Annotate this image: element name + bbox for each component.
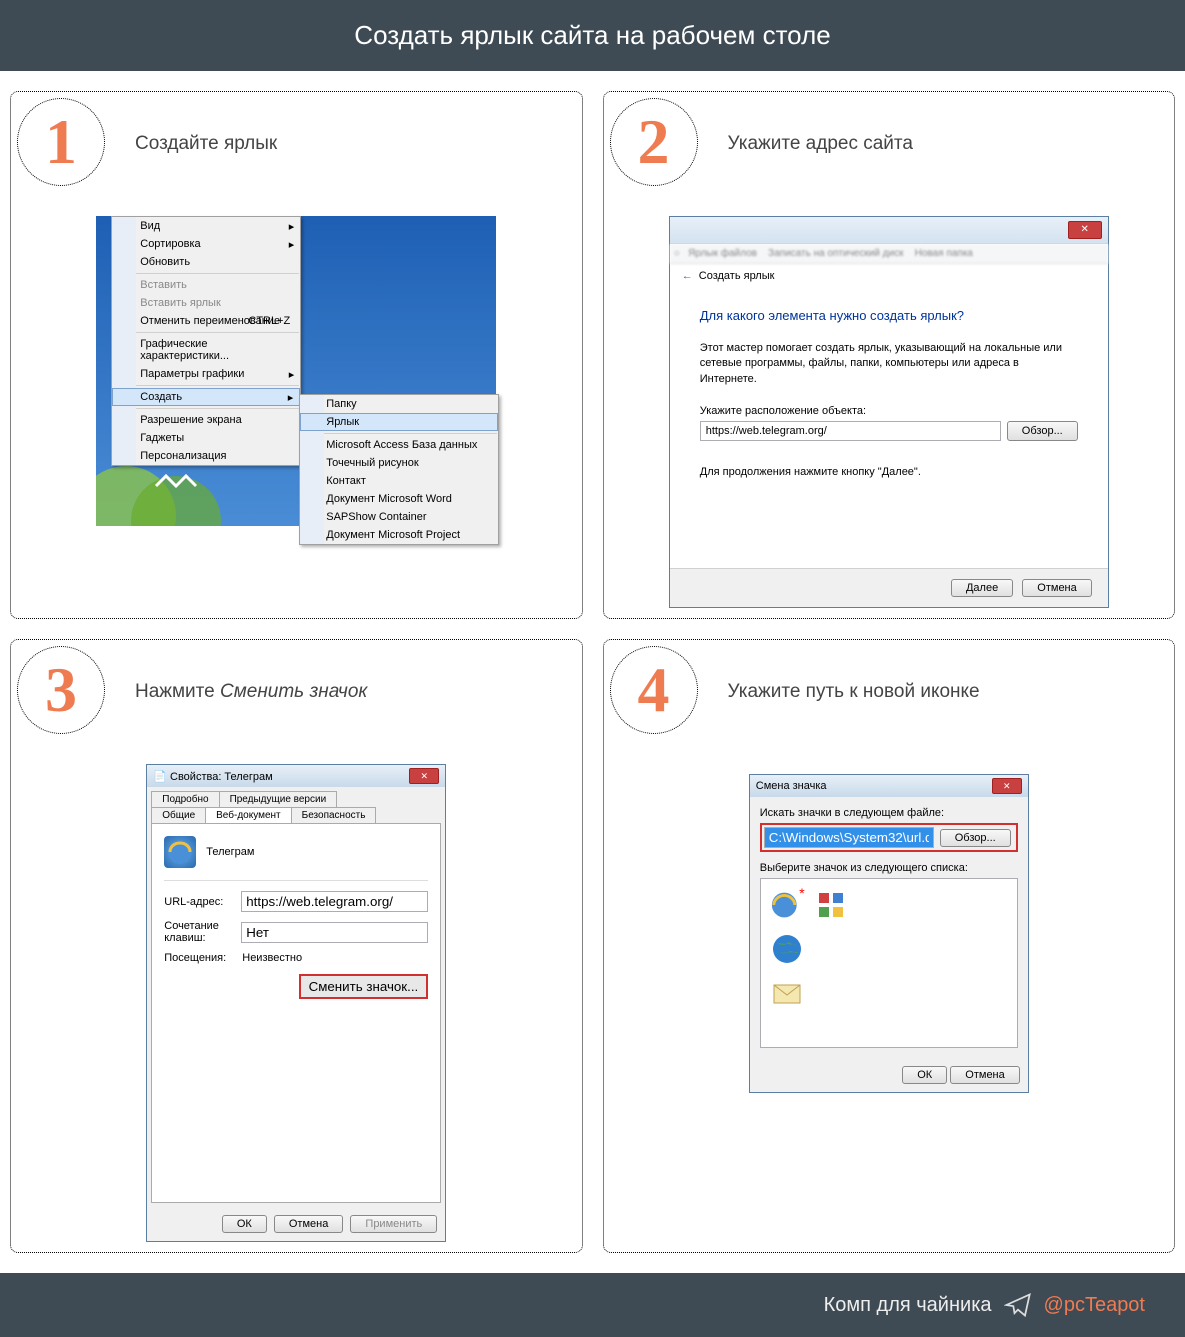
change-icon-dialog: Смена значка ✕ Искать значки в следующем … [749,774,1029,1093]
menu-refresh[interactable]: Обновить [112,253,300,271]
globe-icon[interactable] [769,931,805,967]
search-label: Искать значки в следующем файле: [760,807,1018,819]
next-button[interactable]: Далее [951,579,1013,597]
browse-button[interactable]: Обзор... [940,829,1011,847]
step-2: 2 Укажите адрес сайта ✕ ○ Ярлык файлов З… [603,91,1176,619]
step-number: 3 [45,653,77,727]
properties-dialog: 📄 Свойства: Телеграм ✕ Подробно Предыдущи… [146,764,446,1242]
menu-gadgets[interactable]: Гаджеты [112,429,300,447]
page-footer: Комп для чайника @pcTeapot [0,1273,1185,1337]
step-title: Создайте ярлык [135,133,277,155]
browse-button[interactable]: Обзор... [1007,421,1078,441]
dialog-title: 📄 Свойства: Телеграм [153,770,272,783]
icon-path-input[interactable] [764,827,934,848]
close-button[interactable]: ✕ [1068,221,1102,239]
location-label: Укажите расположение объекта: [700,405,1078,417]
submenu-word[interactable]: Документ Microsoft Word [300,490,498,508]
shortcut-name: Телеграм [206,846,254,858]
visits-value: Неизвестно [242,952,302,964]
list-label: Выберите значок из следующего списка: [760,862,1018,874]
config-icon[interactable] [813,887,849,923]
step-number: 4 [638,653,670,727]
wizard-text: Этот мастер помогает создать ярлык, указ… [700,341,1078,387]
submenu-project[interactable]: Документ Microsoft Project [300,526,498,544]
menu-personalize[interactable]: Персонализация [112,447,300,465]
dialog-title: Смена значка [756,780,827,792]
visits-label: Посещения: [164,952,242,964]
menu-gfx[interactable]: Графические характеристики... [112,335,300,365]
telegram-icon [1004,1291,1032,1319]
wizard-heading: Для какого элемента нужно создать ярлык? [700,308,1078,323]
cancel-button[interactable]: Отмена [274,1215,343,1233]
submenu-shortcut[interactable]: Ярлык [300,413,498,431]
apply-button: Применить [350,1215,437,1233]
step-1: 1 Создайте ярлык Вид Сортировка Обновить… [10,91,583,619]
url-label: URL-адрес: [164,896,241,908]
submenu-access[interactable]: Microsoft Access База данных [300,436,498,454]
cancel-button[interactable]: Отмена [1022,579,1091,597]
internet-icon [164,836,196,868]
wizard-breadcrumb: Создать ярлык [699,270,775,282]
submenu-folder[interactable]: Папку [300,395,498,413]
submenu-sap[interactable]: SAPShow Container [300,508,498,526]
menu-gfx-params[interactable]: Параметры графики [112,365,300,383]
close-button[interactable]: ✕ [409,768,439,784]
menu-undo-rename[interactable]: Отменить переименованиеCTRL+Z [112,312,300,330]
mail-icon[interactable] [769,975,805,1011]
menu-create[interactable]: Создать [112,388,300,406]
tab-detailed[interactable]: Подробно [151,791,219,807]
ok-button[interactable]: ОК [902,1066,947,1084]
step-title: Нажмите Сменить значок [135,681,367,703]
ok-button[interactable]: ОК [222,1215,267,1233]
tab-security[interactable]: Безопасность [291,807,377,823]
tab-web-document[interactable]: Веб-документ [205,807,292,823]
change-icon-button[interactable]: Сменить значок... [299,974,429,999]
step-title: Укажите путь к новой иконке [728,681,980,703]
url-field[interactable] [241,891,428,912]
wizard-hint: Для продолжения нажмите кнопку "Далее". [700,465,1078,480]
context-menu: Вид Сортировка Обновить Вставить Вставит… [111,216,301,466]
step-number: 2 [638,105,670,179]
hotkey-label: Сочетание клавиш: [164,920,241,944]
submenu-bitmap[interactable]: Точечный рисунок [300,454,498,472]
page-title: Создать ярлык сайта на рабочем столе [0,0,1185,71]
menu-paste-shortcut: Вставить ярлык [112,294,300,312]
tab-previous-versions[interactable]: Предыдущие версии [219,791,338,807]
submenu-contact[interactable]: Контакт [300,472,498,490]
url-input[interactable] [700,421,1001,441]
step-number: 1 [45,105,77,179]
ie-icon[interactable]: * [769,887,805,923]
create-shortcut-wizard: ✕ ○ Ярлык файлов Записать на оптический … [669,216,1109,608]
step-4: 4 Укажите путь к новой иконке Смена знач… [603,639,1176,1253]
menu-view[interactable]: Вид [112,217,300,235]
hotkey-field[interactable] [241,922,428,943]
menu-resolution[interactable]: Разрешение экрана [112,411,300,429]
icon-list[interactable]: * [760,878,1018,1048]
menu-sort[interactable]: Сортировка [112,235,300,253]
menu-paste: Вставить [112,276,300,294]
cancel-button[interactable]: Отмена [950,1066,1019,1084]
telegram-handle[interactable]: @pcTeapot [1044,1294,1145,1317]
desktop-screenshot: Вид Сортировка Обновить Вставить Вставит… [96,216,496,526]
step-3: 3 Нажмите Сменить значок 📄 Свойства: Тел… [10,639,583,1253]
step-title: Укажите адрес сайта [728,133,913,155]
footer-text: Комп для чайника [824,1294,992,1317]
tab-general[interactable]: Общие [151,807,206,823]
close-button[interactable]: ✕ [992,778,1022,794]
create-submenu: Папку Ярлык Microsoft Access База данных… [299,394,499,545]
